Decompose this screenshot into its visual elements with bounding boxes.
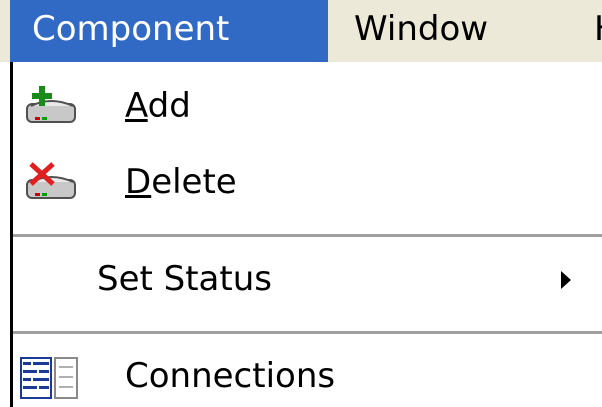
menubar-item-component[interactable]: Component bbox=[10, 0, 328, 62]
menubar: Component Window H bbox=[0, 0, 602, 62]
submenu-arrow-icon bbox=[561, 271, 571, 289]
menubar-item-window[interactable]: Window bbox=[328, 0, 568, 62]
menu-item-add[interactable]: Add bbox=[13, 82, 602, 136]
connections-icon bbox=[20, 357, 78, 399]
label-rest: elete bbox=[151, 162, 237, 202]
menu-item-label: Delete bbox=[125, 162, 237, 202]
menu-item-label: Add bbox=[125, 86, 191, 126]
menu-item-delete[interactable]: Delete bbox=[13, 158, 602, 212]
menu-item-label: Connections bbox=[125, 356, 336, 396]
menubar-item-label: H bbox=[594, 9, 602, 49]
mnemonic-char: A bbox=[125, 86, 148, 126]
app-window: Component Window H Add bbox=[0, 0, 602, 407]
label-rest: dd bbox=[147, 86, 191, 126]
menu-item-connections[interactable]: Connections bbox=[13, 352, 602, 406]
mnemonic-char: D bbox=[125, 162, 152, 202]
menu-item-set-status[interactable]: Set Status bbox=[13, 255, 602, 309]
menu-item-label: Set Status bbox=[97, 259, 272, 299]
menu-separator bbox=[13, 331, 602, 335]
menu-separator bbox=[13, 234, 602, 238]
menubar-item-help[interactable]: H bbox=[582, 0, 602, 62]
disk-add-icon bbox=[26, 86, 76, 123]
menubar-item-label: Component bbox=[32, 9, 230, 49]
menubar-item-label: Window bbox=[354, 9, 489, 49]
disk-delete-icon bbox=[26, 162, 76, 199]
component-menu: Add Delete Set Status Connections bbox=[0, 62, 602, 407]
